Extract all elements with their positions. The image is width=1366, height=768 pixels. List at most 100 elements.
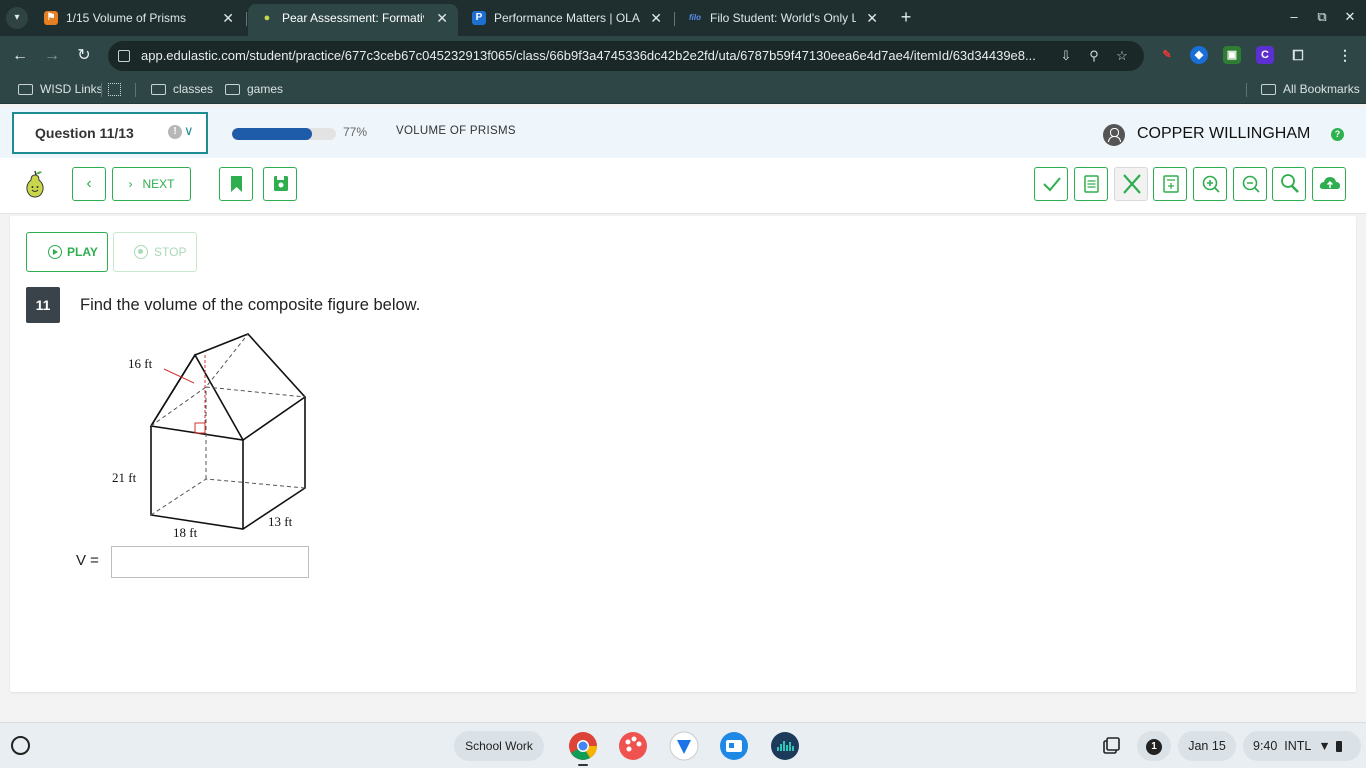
question-selector[interactable]: Question 11/13 ! ∨	[12, 112, 208, 154]
forward-arrow-icon[interactable]: →	[40, 44, 64, 68]
screencast-icon[interactable]	[669, 731, 699, 761]
play-button[interactable]: PLAY	[26, 232, 108, 272]
browser-toolbar: ← → ↻ app.edulastic.com/student/practice…	[0, 36, 1366, 76]
help-icon[interactable]: ?	[1331, 128, 1344, 141]
figure-label-left: 21 ft	[112, 470, 137, 485]
previous-button[interactable]: ‹	[72, 167, 106, 201]
tab-pear-assessment[interactable]: ● Pear Assessment: Formative a ✕	[248, 4, 458, 36]
notification-center[interactable]: 1	[1137, 731, 1171, 761]
user-avatar-icon[interactable]	[1103, 124, 1125, 146]
extension-blue-icon[interactable]: ◆	[1190, 46, 1208, 64]
search-icon	[1281, 174, 1299, 193]
back-arrow-icon[interactable]: ←	[8, 44, 32, 68]
minimize-icon[interactable]: –	[1284, 6, 1304, 28]
save-icon	[274, 176, 288, 191]
alert-icon: !	[168, 125, 182, 139]
extension-pen-icon[interactable]: ✎	[1158, 46, 1176, 64]
progress-fill	[232, 128, 313, 140]
bookmark-label: WISD Links	[40, 82, 103, 96]
submit-upload-button[interactable]	[1312, 167, 1346, 201]
restore-icon[interactable]: ⧉	[1312, 6, 1332, 28]
stop-button[interactable]: STOP	[113, 232, 197, 272]
url-text[interactable]: app.edulastic.com/student/practice/677c3…	[141, 41, 1053, 71]
close-tab-icon[interactable]: ✕	[650, 4, 662, 32]
close-tab-icon[interactable]: ✕	[866, 4, 878, 32]
holding-space-icon[interactable]	[1102, 737, 1120, 755]
bookmark-separator	[135, 83, 136, 97]
bookmark-games[interactable]: games	[225, 76, 283, 103]
bookmark-label: games	[247, 82, 284, 96]
calculator-button[interactable]	[1153, 167, 1187, 201]
date-display[interactable]: Jan 15	[1178, 731, 1236, 761]
pear-icon: ●	[263, 12, 271, 24]
folder-icon	[151, 84, 166, 95]
reference-sheet-icon	[1084, 175, 1099, 193]
cloud-upload-icon	[1319, 177, 1340, 189]
magnifier-button[interactable]	[1272, 167, 1306, 201]
zoom-in-icon	[1202, 175, 1220, 193]
reload-icon[interactable]: ↻	[72, 44, 96, 68]
next-button[interactable]: › NEXT	[112, 167, 191, 201]
zoom-out-button[interactable]	[1233, 167, 1267, 201]
figure-label-right: 13 ft	[268, 514, 293, 529]
tab-title: Pear Assessment: Formative a	[282, 11, 424, 25]
folder-icon	[225, 84, 240, 95]
next-button-label: NEXT	[142, 177, 175, 191]
answer-label: V =	[76, 552, 99, 569]
tab-filo-student[interactable]: filo Filo Student: World's Only Live ✕	[676, 4, 888, 36]
tab-title: 1/15 Volume of Prisms	[66, 11, 187, 25]
reference-sheet-button[interactable]	[1074, 167, 1108, 201]
bookmark-star-icon[interactable]: ☆	[1112, 46, 1132, 66]
close-tab-icon[interactable]: ✕	[222, 4, 234, 32]
battery-icon	[1336, 741, 1343, 753]
stop-label: STOP	[154, 245, 187, 259]
question-text: Find the volume of the composite figure …	[80, 296, 421, 314]
folder-icon	[18, 84, 33, 95]
desk-name[interactable]: School Work	[454, 731, 544, 761]
site-info-icon[interactable]	[118, 50, 130, 62]
save-button[interactable]	[263, 167, 297, 201]
bookmark-label: All Bookmarks	[1283, 82, 1360, 96]
zoom-out-icon	[1242, 175, 1260, 193]
running-indicator	[578, 764, 588, 766]
extension-c-icon[interactable]: C	[1256, 46, 1274, 64]
tab-performance-matters[interactable]: P Performance Matters | OLA ✕	[460, 4, 672, 36]
close-tab-icon[interactable]: ✕	[436, 4, 448, 32]
check-answer-button[interactable]	[1034, 167, 1068, 201]
volume-answer-input[interactable]	[111, 546, 309, 578]
question-selector-label: Question 11/13	[35, 125, 134, 141]
figure-label-top: 16 ft	[128, 356, 153, 371]
assessment-page: Question 11/13 ! ∨ 77% VOLUME OF PRISMS …	[0, 104, 1366, 722]
assessment-header: Question 11/13 ! ∨ 77% VOLUME OF PRISMS …	[0, 108, 1366, 158]
extensions-puzzle-icon[interactable]: ⧠	[1289, 46, 1307, 64]
tab-volume-of-prisms[interactable]: ⚑ 1/15 Volume of Prisms ✕	[32, 4, 244, 36]
extension-multi-icon[interactable]: ▣	[1223, 46, 1241, 64]
canvas-paint-icon[interactable]	[618, 731, 648, 761]
bookmark-all-bookmarks[interactable]: All Bookmarks	[1261, 76, 1360, 103]
student-name[interactable]: COPPER WILLINGHAM	[1137, 125, 1310, 143]
bookmarks-bar: WISD Links classes games All Bookmarks	[0, 76, 1366, 104]
tab-search-icon[interactable]: ▾	[6, 7, 28, 29]
new-tab-button[interactable]: +	[896, 6, 916, 30]
address-bar[interactable]: app.edulastic.com/student/practice/677c3…	[108, 41, 1144, 71]
performance-matters-icon: P	[472, 11, 486, 25]
browser-menu-icon[interactable]: ⋮	[1336, 46, 1354, 64]
answer-eliminator-button[interactable]	[1114, 167, 1148, 201]
close-window-icon[interactable]: ✕	[1340, 6, 1360, 28]
checkmark-icon	[1043, 177, 1061, 192]
zoom-icon[interactable]: ⚲	[1084, 46, 1104, 66]
input-method: INTL	[1284, 739, 1311, 753]
bookmark-label: classes	[173, 82, 214, 96]
bookmark-classes[interactable]: classes	[151, 76, 213, 103]
chrome-icon[interactable]	[568, 731, 598, 761]
install-app-icon[interactable]: ⇩	[1056, 46, 1076, 66]
sound-app-icon[interactable]	[770, 731, 800, 761]
bookmark-question-button[interactable]	[219, 167, 253, 201]
play-label: PLAY	[67, 245, 98, 259]
question-number: 11	[26, 287, 60, 323]
status-tray[interactable]: 9:40 INTL ▼	[1243, 731, 1361, 761]
launcher-icon[interactable]	[11, 736, 30, 755]
zoom-in-button[interactable]	[1193, 167, 1227, 201]
bookmark-wisd-links[interactable]: WISD Links	[18, 76, 103, 103]
classroom-app-icon[interactable]	[719, 731, 749, 761]
